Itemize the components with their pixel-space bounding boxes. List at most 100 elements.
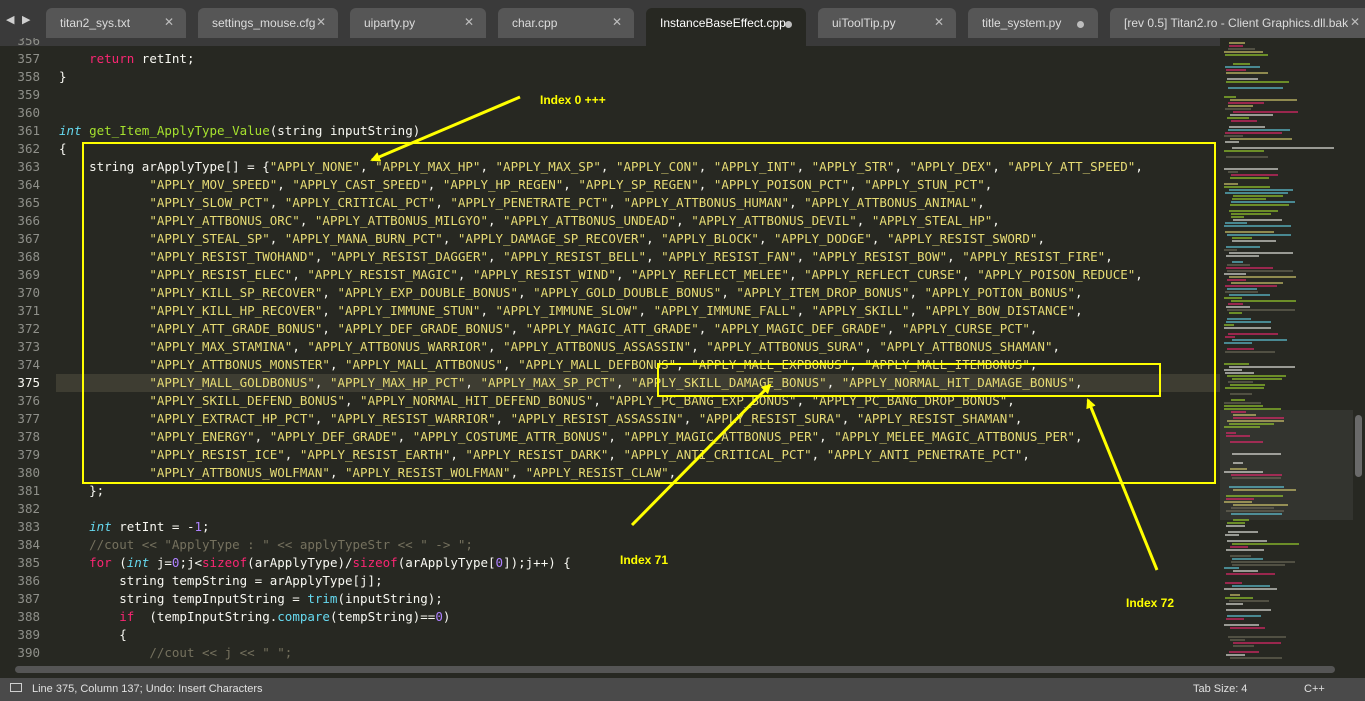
minimap-line <box>1227 375 1286 377</box>
line-number: 361 <box>17 123 40 138</box>
line-number: 371 <box>17 303 40 318</box>
code-line[interactable]: "APPLY_ATTBONUS_MONSTER", "APPLY_MALL_AT… <box>59 357 1037 372</box>
minimap-line <box>1226 69 1246 71</box>
minimap-line <box>1224 426 1260 428</box>
code-line[interactable]: "APPLY_KILL_SP_RECOVER", "APPLY_EXP_DOUB… <box>59 285 1082 300</box>
code-line[interactable]: "APPLY_MALL_GOLDBONUS", "APPLY_MAX_HP_PC… <box>59 375 1082 390</box>
code-line[interactable]: if (tempInputString.compare(tempString)=… <box>59 609 450 624</box>
code-line[interactable]: //cout << j << " "; <box>59 645 292 660</box>
code-line[interactable]: "APPLY_RESIST_TWOHAND", "APPLY_RESIST_DA… <box>59 249 1112 264</box>
minimap-line <box>1227 318 1251 320</box>
minimap-line <box>1227 540 1267 542</box>
code-line[interactable]: return retInt; <box>59 51 194 66</box>
code-line[interactable]: //cout << "ApplyType : " << applyTypeStr… <box>59 537 473 552</box>
tab-size-selector[interactable]: Tab Size: 4 <box>1193 683 1247 695</box>
minimap-line <box>1231 411 1246 413</box>
minimap-line <box>1224 408 1281 410</box>
panel-toggle-icon[interactable] <box>10 683 22 692</box>
line-number: 372 <box>17 321 40 336</box>
code-line[interactable]: "APPLY_RESIST_ICE", "APPLY_RESIST_EARTH"… <box>59 447 1030 462</box>
minimap-line <box>1228 87 1283 89</box>
tab-3[interactable]: char.cpp ✕ <box>498 8 634 38</box>
line-number: 387 <box>17 591 40 606</box>
close-icon[interactable]: ✕ <box>464 15 474 29</box>
code-line[interactable]: "APPLY_SKILL_DEFEND_BONUS", "APPLY_NORMA… <box>59 393 1015 408</box>
code-line[interactable]: "APPLY_SLOW_PCT", "APPLY_CRITICAL_PCT", … <box>59 195 984 210</box>
close-icon[interactable]: ✕ <box>612 15 622 29</box>
line-number: 380 <box>17 465 40 480</box>
tab-0[interactable]: titan2_sys.txt ✕ <box>46 8 186 38</box>
minimap-line <box>1224 249 1237 251</box>
tab-6[interactable]: title_system.py <box>968 8 1098 38</box>
minimap-line <box>1227 264 1250 266</box>
code-line[interactable]: } <box>59 69 67 84</box>
code-line[interactable]: }; <box>59 483 104 498</box>
code-line[interactable]: "APPLY_MAX_STAMINA", "APPLY_ATTBONUS_WAR… <box>59 339 1060 354</box>
code-line[interactable]: "APPLY_EXTRACT_HP_PCT", "APPLY_RESIST_WA… <box>59 411 1022 426</box>
tab-label: [rev 0.5] Titan2.ro - Client Graphics.dl… <box>1124 16 1349 30</box>
minimap-line <box>1224 186 1270 188</box>
tab-5[interactable]: uiToolTip.py ✕ <box>818 8 956 38</box>
code-line[interactable]: int get_Item_ApplyType_Value(string inpu… <box>59 123 420 138</box>
minimap-line <box>1226 156 1268 158</box>
code-line[interactable]: "APPLY_STEAL_SP", "APPLY_MANA_BURN_PCT",… <box>59 231 1045 246</box>
horizontal-scrollbar[interactable] <box>0 662 1353 678</box>
minimap-line <box>1231 507 1274 509</box>
minimap-line <box>1225 291 1258 293</box>
close-icon[interactable]: ✕ <box>164 15 174 29</box>
minimap-line <box>1225 336 1235 338</box>
minimap[interactable] <box>1220 38 1353 662</box>
minimap-line <box>1225 141 1239 143</box>
minimap-line <box>1226 618 1244 620</box>
minimap-line <box>1232 564 1285 566</box>
code-line[interactable]: for (int j=0;j<sizeof(arApplyType)/sizeo… <box>59 555 571 570</box>
code-editor[interactable]: 356 357 return retInt; 358} 359 360 361 int ge… <box>0 38 1220 662</box>
vertical-scrollbar[interactable] <box>1353 38 1365 662</box>
code-line[interactable]: "APPLY_ATTBONUS_ORC", "APPLY_ATTBONUS_MI… <box>59 213 999 228</box>
tab-label: title_system.py <box>982 16 1062 30</box>
tab-nav-arrows[interactable]: ◀ ▶ <box>6 13 32 26</box>
code-line[interactable]: "APPLY_ATTBONUS_WOLFMAN", "APPLY_RESIST_… <box>59 465 676 480</box>
tab-label: uiparty.py <box>364 16 416 30</box>
code-line[interactable]: "APPLY_ENERGY", "APPLY_DEF_GRADE", "APPL… <box>59 429 1082 444</box>
code-line[interactable]: "APPLY_ATT_GRADE_BONUS", "APPLY_DEF_GRAD… <box>59 321 1037 336</box>
minimap-line <box>1226 549 1264 551</box>
unsaved-dot-icon[interactable] <box>785 21 792 28</box>
code-line[interactable]: string tempString = arApplyType[j]; <box>59 573 382 588</box>
minimap-line <box>1229 366 1295 368</box>
minimap-line <box>1233 504 1288 506</box>
code-line[interactable]: "APPLY_RESIST_ELEC", "APPLY_RESIST_MAGIC… <box>59 267 1143 282</box>
horizontal-scrollbar-thumb[interactable] <box>15 666 1335 673</box>
unsaved-dot-icon[interactable] <box>1077 21 1084 28</box>
minimap-line <box>1233 462 1243 464</box>
minimap-line <box>1230 639 1245 641</box>
minimap-line <box>1224 369 1242 371</box>
line-number: 363 <box>17 159 40 174</box>
minimap-line <box>1226 495 1283 497</box>
tab-7[interactable]: [rev 0.5] Titan2.ro - Client Graphics.dl… <box>1110 8 1365 38</box>
tab-2[interactable]: uiparty.py ✕ <box>350 8 486 38</box>
minimap-line <box>1233 63 1250 65</box>
code-line[interactable]: { <box>59 141 67 156</box>
close-icon[interactable]: ✕ <box>934 15 944 29</box>
minimap-line <box>1230 177 1269 179</box>
close-icon[interactable]: ✕ <box>316 15 326 29</box>
minimap-line <box>1224 324 1234 326</box>
minimap-line <box>1226 72 1268 74</box>
code-line[interactable]: { <box>59 627 127 642</box>
minimap-line <box>1226 525 1245 527</box>
close-icon[interactable]: ✕ <box>1350 15 1360 29</box>
tab-1[interactable]: settings_mouse.cfg ✕ <box>198 8 338 38</box>
vertical-scrollbar-thumb[interactable] <box>1355 415 1362 477</box>
code-line[interactable]: int retInt = -1; <box>59 519 209 534</box>
code-line[interactable]: "APPLY_KILL_HP_RECOVER", "APPLY_IMMUNE_S… <box>59 303 1082 318</box>
code-line[interactable]: string arApplyType[] = {"APPLY_NONE", "A… <box>59 159 1143 174</box>
minimap-line <box>1226 321 1271 323</box>
syntax-selector[interactable]: C++ <box>1304 683 1325 695</box>
line-number: 388 <box>17 609 40 624</box>
code-line[interactable]: string tempInputString = trim(inputStrin… <box>59 591 443 606</box>
minimap-line <box>1232 543 1299 545</box>
minimap-line <box>1227 309 1295 311</box>
minimap-line <box>1224 135 1243 137</box>
code-line[interactable]: "APPLY_MOV_SPEED", "APPLY_CAST_SPEED", "… <box>59 177 992 192</box>
